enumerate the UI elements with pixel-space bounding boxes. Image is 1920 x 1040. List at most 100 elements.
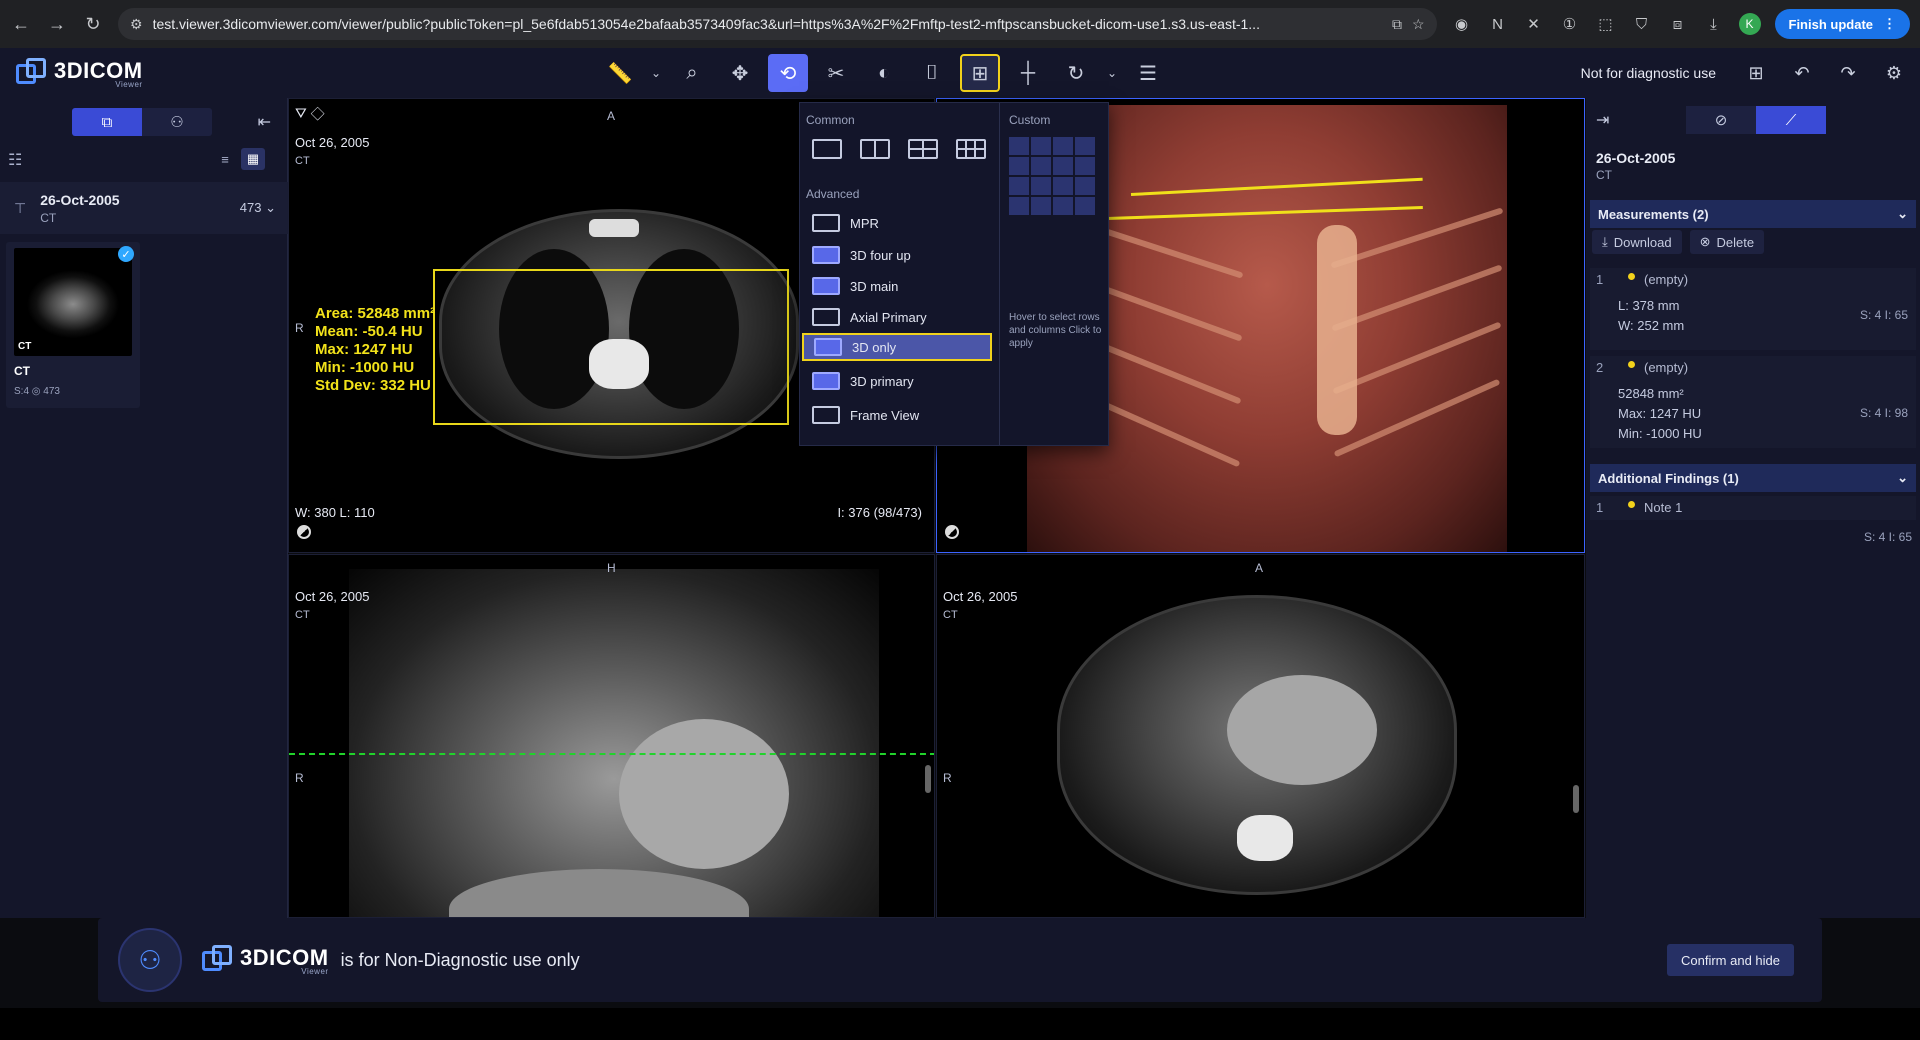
profile-avatar[interactable]: K [1738,13,1761,35]
viewport-axial-2[interactable]: A Oct 26, 2005 CT R [936,554,1585,918]
site-info-icon[interactable]: ⚙ [130,16,143,33]
grid-icon[interactable]: ⊞ [1742,54,1770,92]
finish-update-button[interactable]: Finish update ⋮ [1774,9,1910,39]
camera-icon[interactable]: ⌷ [912,54,952,92]
studies-panel: ⧉ ⚇ ⇤ ☷ ≡ ▦ ⊤ 26-Oct-2005 CT 473 ⌄ CT ✓ … [0,98,288,918]
puzzle-icon[interactable]: ⧈ [1667,16,1689,33]
forward-icon[interactable]: → [46,14,68,35]
layout-icon[interactable]: ⊞ [960,54,1000,92]
camera-extension-icon[interactable]: ◉ [1451,15,1473,33]
measurement-item-1[interactable]: 1 (empty) L: 378 mm W: 252 mm S: 4 I: 65 [1590,268,1916,350]
diagnostic-notice: Not for diagnostic use [1580,65,1716,81]
contrast-icon[interactable]: ◐ [864,54,904,92]
pin-icon[interactable]: ⊤ [14,200,26,217]
common-layouts [812,139,986,159]
password-extension-icon[interactable]: ① [1559,15,1581,33]
slice-scrollbar[interactable] [925,765,931,793]
findings-title: Additional Findings (1) [1598,470,1739,486]
reference-line[interactable] [289,753,934,755]
layout-1x1-icon[interactable] [812,139,842,159]
pan-icon[interactable]: ✥ [720,54,760,92]
download-label: Download [1613,234,1672,250]
layout-item-3d-four-up[interactable]: 3D four up [802,241,992,269]
window-level-icon[interactable] [945,525,959,539]
report-icon[interactable]: ☰ [1128,54,1168,92]
layout-item-3d-primary[interactable]: 3D primary [802,367,992,395]
layout-item-mpr[interactable]: MPR [802,209,992,237]
zoom-icon[interactable]: ⌕ [672,54,712,92]
layout-item-label: 3D only [852,339,897,355]
study-image-count[interactable]: 473 ⌄ [240,200,276,216]
screenshot-extension-icon[interactable]: ⬚ [1595,15,1617,33]
app-logo: 3DICOM Viewer [14,56,284,90]
series-thumbnail[interactable]: CT [14,248,132,356]
measurements-header[interactable]: Measurements (2) ⌄ [1590,200,1916,228]
measure-ruler-icon[interactable]: 📏 [600,54,640,92]
download-icon[interactable]: ⤓ [1703,16,1725,33]
series-date: Oct 26, 2005 [295,589,370,604]
settings-gear-icon[interactable]: ⚙ [1880,54,1908,92]
address-bar[interactable]: ⚙ test.viewer.3dicomviewer.com/viewer/pu… [118,8,1437,40]
notion-extension-icon[interactable]: N [1487,16,1509,33]
annotation-icon[interactable]: ⛛ ◇ [295,105,325,122]
filter-sliders-icon[interactable]: ☷ [8,150,22,170]
bookmark-star-icon[interactable]: ☆ [1412,16,1425,33]
sternum [589,219,639,237]
measurement-width: W: 252 mm [1618,318,1685,333]
segmentation-tab-icon[interactable]: ⊘ [1686,106,1756,134]
layout-item-axial-primary[interactable]: Axial Primary [802,303,992,331]
shield-extension-icon[interactable]: ⛉ [1631,16,1653,33]
cast-icon[interactable]: ⧉ [1392,16,1402,33]
layout-1x2-icon[interactable] [860,139,890,159]
patients-tab-icon[interactable]: ⚇ [142,108,212,136]
chevron-down-icon[interactable]: ⌄ [648,54,664,92]
measurement-color-dot [1628,361,1635,368]
spine [1237,815,1293,861]
layout-item-3d-only[interactable]: 3D only [802,333,992,361]
extension-icon[interactable]: ✕ [1523,15,1545,33]
measurement-color-dot [1628,273,1635,280]
roi-mean: Mean: -50.4 HU [315,323,423,340]
rotate-3d-icon[interactable]: ⟲ [768,54,808,92]
scissors-icon[interactable]: ✂ [816,54,856,92]
measurement-tab-icon[interactable]: ⟋ [1756,106,1826,134]
confirm-hide-button[interactable]: Confirm and hide [1667,944,1794,976]
slice-scrollbar[interactable] [1573,785,1579,813]
roi-rectangle[interactable] [433,269,789,425]
roi-stats[interactable]: Area: 52848 mm² Mean: -50.4 HU Max: 1247… [315,305,435,395]
reset-icon[interactable]: ↻ [1056,54,1096,92]
delete-button[interactable]: ⊗ Delete [1689,230,1765,254]
layout-item-3d-main[interactable]: 3D main [802,272,992,300]
layout-item-frame-view[interactable]: Frame View [802,401,992,429]
roi-min: Min: -1000 HU [315,359,415,376]
reload-icon[interactable]: ↻ [82,14,104,35]
url-text[interactable]: test.viewer.3dicomviewer.com/viewer/publ… [153,16,1382,32]
3d-four-up-icon [812,246,840,264]
orientation-left: R [295,771,304,785]
chevron-down-icon[interactable]: ⌄ [1104,54,1120,92]
study-row[interactable]: ⊤ 26-Oct-2005 CT 473 ⌄ [0,182,288,234]
grid-view-icon[interactable]: ▦ [241,148,265,170]
panel-study-date: 26-Oct-2005 [1596,150,1676,166]
collapse-left-icon[interactable]: ⇤ [258,112,271,132]
crosshair-icon[interactable]: ┼ [1008,54,1048,92]
frame-view-icon [812,406,840,424]
finding-item-1[interactable]: 1 Note 1 [1590,496,1916,520]
series-tab-icon[interactable]: ⧉ [72,108,142,136]
layout-2x2-icon[interactable] [908,139,938,159]
collapse-right-icon[interactable]: ⇥ [1596,110,1609,130]
series-thumbnail-card[interactable]: CT ✓ CT S:4 ◎ 473 [6,242,140,408]
finding-number: 1 [1596,500,1604,515]
measurement-item-2[interactable]: 2 (empty) 52848 mm² Max: 1247 HU Min: -1… [1590,356,1916,448]
viewport-coronal[interactable]: H Oct 26, 2005 CT R [288,554,935,918]
back-icon[interactable]: ← [10,14,32,35]
redo-icon[interactable]: ↷ [1834,54,1862,92]
layout-2x3-icon[interactable] [956,139,986,159]
window-level-icon[interactable] [297,525,311,539]
download-button[interactable]: ⤓ Download [1592,230,1682,254]
heart [1227,675,1377,785]
list-view-icon[interactable]: ≡ [213,148,237,170]
custom-grid-picker[interactable] [1009,137,1095,215]
undo-icon[interactable]: ↶ [1788,54,1816,92]
findings-header[interactable]: Additional Findings (1) ⌄ [1590,464,1916,492]
